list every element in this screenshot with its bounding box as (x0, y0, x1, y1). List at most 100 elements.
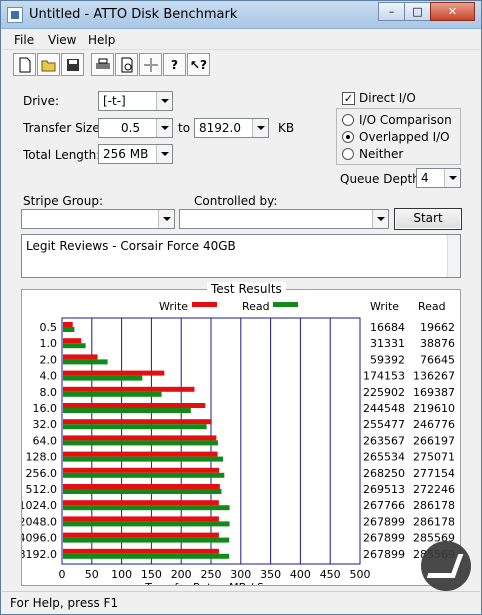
write-value: 59392 (370, 353, 405, 366)
bar-read (63, 408, 191, 413)
read-value: 38876 (420, 337, 455, 350)
controlled-by-select[interactable] (179, 209, 389, 229)
description-text: Legit Reviews - Corsair Force 40GB (26, 239, 236, 253)
legit-reviews-logo (421, 541, 471, 591)
bar-write (63, 419, 212, 425)
bar-write (63, 370, 165, 376)
bar-write (63, 516, 219, 522)
x-tick-label: 0 (59, 568, 66, 581)
overlapped-io-radio[interactable] (342, 131, 354, 143)
y-tick-label: 256.0 (26, 467, 58, 480)
total-length-value: 256 MB (103, 147, 149, 161)
queue-depth-label: Queue Depth: (340, 172, 424, 186)
read-value: 246776 (413, 418, 455, 431)
help-icon[interactable]: ? (163, 53, 186, 76)
maximize-button[interactable]: □ (404, 2, 431, 21)
drive-label: Drive: (23, 94, 60, 108)
transfer-from-select[interactable]: 0.5 (98, 118, 173, 138)
y-tick-label: 1.0 (40, 337, 58, 350)
chart-title: Test Results (207, 282, 286, 296)
print-icon[interactable] (91, 53, 114, 76)
bar-read (63, 327, 75, 332)
close-button[interactable]: ✕ (430, 2, 475, 21)
title-bar[interactable]: Untitled - ATTO Disk Benchmark – □ ✕ (1, 1, 481, 29)
read-value: 286178 (413, 515, 455, 528)
bar-read (63, 489, 222, 494)
transfer-size-label: Transfer Size: (23, 121, 104, 135)
bar-write (63, 467, 220, 473)
read-value: 219610 (413, 402, 455, 415)
y-tick-label: 16.0 (33, 402, 58, 415)
chevron-down-icon (156, 119, 172, 137)
read-value: 286178 (413, 499, 455, 512)
write-value: 268250 (363, 467, 405, 480)
bar-read (63, 440, 218, 446)
save-icon[interactable] (61, 53, 84, 76)
read-value: 277154 (413, 467, 455, 480)
menu-view[interactable]: View (48, 33, 76, 47)
bar-read (63, 472, 225, 478)
open-icon[interactable] (37, 53, 60, 76)
write-value: 255477 (363, 418, 405, 431)
x-tick-label: 150 (141, 568, 162, 581)
bar-write (63, 500, 219, 506)
context-help-icon[interactable]: ↖? (187, 53, 210, 76)
chevron-down-icon (252, 119, 268, 137)
window-title: Untitled - ATTO Disk Benchmark (29, 7, 238, 22)
y-tick-label: 512.0 (26, 483, 58, 496)
queue-depth-select[interactable]: 4 (416, 168, 461, 188)
toolbar: ? ↖? (13, 53, 211, 79)
bar-write (63, 451, 218, 457)
read-value: 272246 (413, 483, 455, 496)
app-window: Untitled - ATTO Disk Benchmark – □ ✕ Fil… (0, 0, 482, 615)
write-value: 267899 (363, 548, 405, 561)
write-value: 174153 (363, 370, 405, 383)
status-bar: For Help, press F1 (2, 591, 480, 613)
minimize-button[interactable]: – (378, 2, 405, 21)
test-results-panel: Test Results 0 50 100 150 200 250 300 350 400 450… (19, 282, 461, 594)
chart-bars (63, 322, 230, 559)
neither-radio[interactable] (342, 148, 354, 160)
chevron-down-icon (372, 210, 388, 228)
chevron-down-icon (444, 169, 460, 187)
write-value: 263567 (363, 434, 405, 447)
drive-select[interactable]: [-t-] (98, 91, 173, 111)
legend-write-swatch (192, 302, 217, 307)
read-value: 275071 (413, 451, 455, 464)
x-axis-label: Transfer Rate - MB / Sec (144, 581, 276, 585)
move-icon[interactable] (139, 53, 162, 76)
y-tick-label: 2.0 (40, 353, 58, 366)
transfer-from-value: 0.5 (121, 121, 141, 135)
legend-read-label: Read (242, 300, 270, 313)
bar-read (63, 537, 230, 543)
total-length-select[interactable]: 256 MB (98, 144, 173, 164)
queue-depth-value: 4 (421, 171, 429, 185)
transfer-to-select[interactable]: 8192.0 (194, 118, 269, 138)
print-preview-icon[interactable] (115, 53, 138, 76)
window-controls: – □ ✕ (378, 2, 475, 22)
description-scrollbar[interactable] (447, 235, 460, 277)
y-tick-label: 32.0 (33, 418, 58, 431)
io-comparison-radio[interactable] (342, 114, 354, 126)
new-icon[interactable] (13, 53, 36, 76)
chevron-down-icon (156, 145, 172, 163)
direct-io-checkbox[interactable]: ✓ (342, 92, 355, 105)
write-value: 31331 (370, 337, 405, 350)
bar-read (63, 343, 86, 349)
app-icon (7, 7, 23, 23)
menu-help[interactable]: Help (88, 33, 115, 47)
read-value: 169387 (413, 386, 455, 399)
x-tick-label: 350 (260, 568, 281, 581)
stripe-group-label: Stripe Group: (23, 194, 103, 208)
bar-write (63, 403, 206, 408)
menu-file[interactable]: File (14, 33, 34, 47)
x-tick-label: 500 (350, 568, 371, 581)
description-textarea[interactable]: Legit Reviews - Corsair Force 40GB (21, 234, 461, 278)
status-text: For Help, press F1 (10, 596, 119, 610)
unit-label: KB (278, 121, 295, 135)
y-tick-label: 0.5 (40, 321, 58, 334)
stripe-group-select[interactable] (21, 209, 175, 229)
start-button[interactable]: Start (394, 208, 462, 230)
bar-write (63, 322, 73, 327)
bar-read (63, 424, 207, 430)
